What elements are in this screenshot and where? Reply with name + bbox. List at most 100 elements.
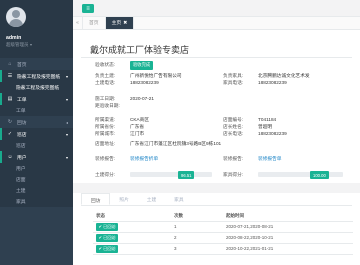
construction-score-fill: [130, 172, 212, 177]
sidebar-subitem[interactable]: 用户: [0, 163, 73, 174]
sidebar-item[interactable]: ✓ 巡店 ▾: [0, 128, 73, 140]
channel-value: CKA商区: [130, 117, 150, 122]
sidebar-subitem[interactable]: 店面: [0, 174, 73, 185]
construction-score-bar: [130, 172, 212, 177]
tab-bar: « 首页 主页 ✖: [73, 17, 360, 30]
sidebar-submenu: 巡店: [0, 140, 73, 151]
avatar-body: [9, 19, 23, 27]
page-title: 戴尔成就工厂体验专卖店: [90, 45, 190, 55]
city-label: 所属城市:: [95, 131, 116, 136]
sidebar-subitem[interactable]: 家具: [0, 196, 73, 207]
sidebar-subitem[interactable]: 土建: [0, 185, 73, 196]
sidebar-subitem[interactable]: 工单: [0, 105, 73, 116]
sidebar-item-label: 隐蔽工程及报完图纸: [16, 86, 60, 91]
status-badge: ✔ 已回访: [96, 233, 119, 242]
manager-label: 店长姓名:: [223, 124, 244, 129]
status-badge: ✔ 已回访: [96, 244, 119, 253]
user-role-dropdown[interactable]: 超级管理员: [6, 42, 32, 48]
sidebar-item-label: 工单: [17, 97, 27, 103]
home-icon: ⌂: [8, 61, 12, 67]
sidebar-item-label: 用户: [16, 167, 26, 172]
tab-main[interactable]: 主页 ✖: [105, 17, 135, 29]
furniture-value: 北京腾鹏达诚文化艺术发: [258, 73, 310, 78]
sidebar-item-label: 首页: [17, 62, 27, 68]
sidebar-item[interactable]: ↻ 回访 ◂: [0, 116, 73, 128]
sidebar-item-label: 回访: [17, 120, 27, 126]
phone1-label: 土建电话:: [95, 80, 116, 85]
tab-furniture[interactable]: 家具: [165, 193, 192, 205]
table-row[interactable]: ✔ 已回访 2 2020-08-22,2020-10-21: [93, 232, 353, 244]
profile-panel: admin 超级管理员: [0, 0, 73, 58]
section-gap: [73, 183, 360, 193]
tab-home[interactable]: 首页: [83, 17, 106, 29]
sidebar-subitem[interactable]: 巡店: [0, 140, 73, 151]
briefcase-icon: ▤: [7, 96, 13, 102]
top-bar: ≡: [73, 0, 360, 17]
username: admin: [6, 35, 22, 41]
avatar-head: [12, 10, 20, 18]
chevron-left-icon: ◂: [65, 119, 68, 125]
sidebar-item[interactable]: ☺ 用户 ▾: [0, 151, 73, 163]
folder-icon: ☰: [7, 73, 13, 79]
visit-records-table: 状态 次数 起始时间 ✔ 已回访 1 2020-07-21,2020-08-21…: [93, 211, 353, 255]
report1-link[interactable]: 装修报告折单: [130, 156, 158, 162]
phone2-label: 家具电话:: [223, 80, 244, 85]
sidebar-item-label: 巡店: [17, 132, 27, 138]
refresh-icon: ↻: [7, 119, 13, 125]
sidebar-item-label: 土建: [16, 189, 26, 194]
divider: [81, 57, 352, 58]
menu-toggle-button[interactable]: ≡: [82, 4, 94, 13]
start-date-value: 2020-07-21: [130, 96, 154, 101]
channel-label: 所属渠道:: [95, 117, 116, 122]
sidebar-nav: ⌂ 首页 ☰ 隐蔽工程及报完图纸 ▾ 隐蔽工程及报完图纸 ▤ 工单 ▾ 工单 ↻ 回访 ◂ ✓ 巡店 ▾ 巡店 ☺…: [0, 58, 73, 207]
start-date-label: 施工日期:: [95, 96, 116, 101]
phone1-value: 18823082239: [130, 80, 159, 85]
report2-link[interactable]: 装修报告单: [258, 156, 281, 162]
supervisor-value: 广州新悦怡广告有限公司: [130, 73, 182, 78]
status-cell: ✔ 已回访: [93, 221, 171, 233]
furniture-score-label: 家具得分:: [223, 172, 244, 177]
sidebar-item[interactable]: ☰ 隐蔽工程及报完图纸 ▾: [0, 70, 73, 82]
hamburger-icon: ≡: [86, 5, 90, 12]
sidebar-subitem[interactable]: 隐蔽工程及报完图纸: [0, 82, 73, 93]
store-code-label: 店面编号:: [223, 117, 244, 122]
status-cell: ✔ 已回访: [93, 243, 171, 255]
sidebar-submenu: 隐蔽工程及报完图纸: [0, 82, 73, 93]
report1-label: 装修报告:: [95, 156, 116, 161]
count-cell: 2: [171, 232, 223, 244]
close-icon[interactable]: ✖: [123, 21, 127, 26]
tab-photos[interactable]: 照片: [110, 193, 137, 205]
range-cell: 2020-08-22,2020-10-21: [223, 232, 353, 244]
province-value: 广东省: [130, 124, 145, 129]
furniture-score-fill: [258, 172, 343, 177]
main-content: 戴尔成就工厂体验专卖店 验收状态: 验收完成 负责土建: 广州新悦怡广告有限公司…: [73, 30, 360, 265]
table-header-row: 状态 次数 起始时间: [93, 211, 353, 222]
col-range-header: 起始时间: [223, 211, 353, 222]
count-cell: 3: [171, 243, 223, 255]
supervisor-label: 负责土建:: [95, 73, 116, 78]
furniture-label: 负责家具:: [223, 73, 244, 78]
construction-score-value: 96.51: [178, 171, 195, 179]
table-row[interactable]: ✔ 已回访 3 2020-10-22,2021-01-21: [93, 243, 353, 255]
range-cell: 2020-10-22,2021-01-21: [223, 243, 353, 255]
table-row[interactable]: ✔ 已回访 1 2020-07-21,2020-08-21: [93, 221, 353, 233]
furniture-score-bar: [258, 172, 343, 177]
construction-score-label: 土建得分:: [95, 172, 116, 177]
manager-phone-value: 18823082239: [258, 131, 287, 136]
sidebar-item-label: 家具: [16, 200, 26, 205]
avatar[interactable]: [6, 7, 26, 27]
status-badge: ✔ 已回访: [96, 222, 119, 231]
sidebar-item-label: 店面: [16, 178, 26, 183]
furniture-score-value: 100.00: [310, 171, 329, 179]
city-value: 江门市: [130, 131, 145, 136]
sidebar-item[interactable]: ⌂ 首页: [0, 58, 73, 70]
phone2-value: 18823082239: [258, 80, 287, 85]
tab-construction[interactable]: 土建: [138, 193, 165, 205]
tab-visits[interactable]: 回访: [81, 193, 111, 205]
sidebar-item[interactable]: ▤ 工单 ▾: [0, 93, 73, 105]
status-badge: 验收完成: [130, 61, 154, 70]
tab-scroll-left-button[interactable]: «: [73, 17, 83, 29]
chevron-down-icon: ▾: [65, 96, 68, 102]
user-icon: ☺: [7, 154, 13, 160]
address-label: 店面地址:: [95, 141, 116, 146]
